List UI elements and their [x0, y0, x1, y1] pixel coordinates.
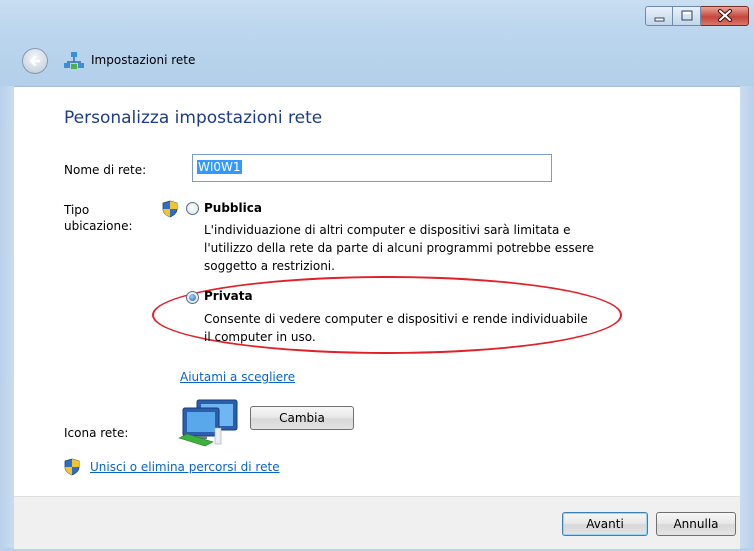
uac-shield-icon — [162, 200, 178, 218]
cancel-button[interactable]: Annulla — [656, 512, 736, 536]
close-button[interactable] — [701, 6, 749, 26]
option-privata-desc-1: Consente di vedere computer e dispositiv… — [204, 312, 588, 326]
back-arrow-icon — [29, 55, 41, 67]
next-button[interactable]: Avanti — [562, 512, 648, 536]
network-computers-icon — [178, 399, 238, 447]
option-pubblica-desc-3: soggetto a restrizioni. — [204, 259, 335, 273]
option-pubblica-desc-1: L'individuazione di altri computer e dis… — [204, 223, 571, 237]
radio-privata[interactable] — [186, 291, 199, 304]
network-icon-label: Icona rete: — [64, 426, 129, 440]
network-name-input[interactable]: WI0W1 — [192, 154, 552, 182]
help-choose-link[interactable]: Aiutami a scegliere — [180, 370, 295, 384]
window-frame-left — [0, 86, 14, 551]
page-heading: Personalizza impostazioni rete — [64, 108, 323, 128]
merge-locations-link[interactable]: Unisci o elimina percorsi di rete — [90, 460, 280, 474]
network-icon — [64, 52, 84, 69]
option-privata-desc-2: il computer in uso. — [204, 330, 316, 344]
window-title: Impostazioni rete — [91, 53, 196, 67]
location-type-label-line2: ubicazione: — [64, 219, 133, 233]
uac-shield-icon — [64, 458, 80, 476]
radio-pubblica[interactable] — [186, 202, 199, 215]
maximize-icon — [681, 10, 693, 21]
maximize-button[interactable] — [673, 6, 701, 26]
window-frame-right — [740, 86, 754, 551]
network-name-value: WI0W1 — [197, 160, 242, 174]
option-pubblica-title[interactable]: Pubblica — [204, 201, 262, 215]
network-name-label: Nome di rete: — [64, 163, 147, 177]
change-icon-button[interactable]: Cambia — [250, 406, 354, 430]
location-type-label-line1: Tipo — [64, 203, 90, 217]
option-privata-title[interactable]: Privata — [204, 289, 253, 303]
option-pubblica-desc-2: l'utilizzo della rete da parte di alcuni… — [204, 241, 595, 255]
close-icon — [718, 9, 732, 22]
back-button[interactable] — [22, 48, 48, 74]
minimize-icon — [654, 17, 665, 22]
minimize-button[interactable] — [645, 6, 673, 26]
window-titlebar — [0, 0, 754, 87]
